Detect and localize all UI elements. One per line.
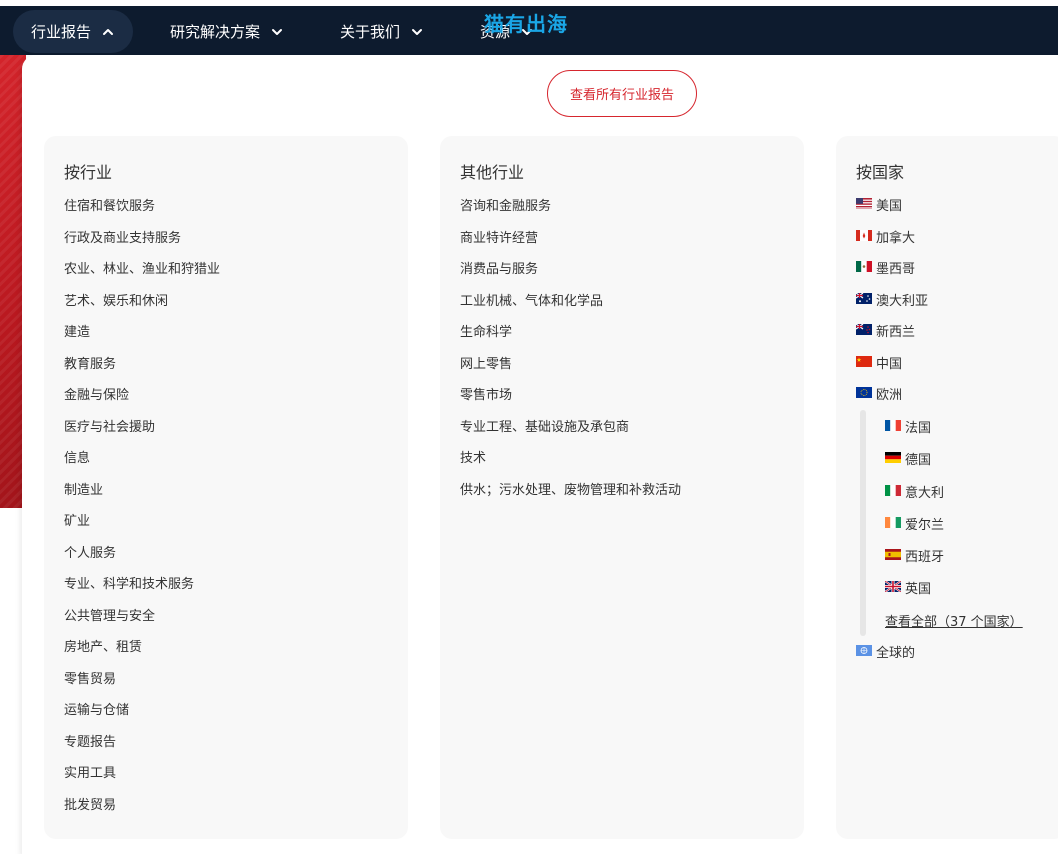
country-label: 西班牙: [905, 550, 945, 566]
industry-link[interactable]: 专业、科学和技术服务: [64, 573, 220, 605]
es-flag-icon: [885, 549, 901, 561]
cn-flag-icon: [856, 355, 872, 367]
other-industry-link[interactable]: 供水；污水处理、废物管理和补救活动: [460, 479, 681, 511]
country-label: 爱尔兰: [905, 517, 945, 533]
industry-link[interactable]: 行政及商业支持服务: [64, 227, 220, 259]
country-link-es[interactable]: 西班牙: [885, 546, 1023, 578]
industry-link[interactable]: 实用工具: [64, 762, 220, 794]
industry-link[interactable]: 公共管理与安全: [64, 605, 220, 637]
nz-flag-icon: [856, 324, 872, 335]
eu-flag-icon: [856, 387, 872, 398]
europe-submenu-rail: [860, 410, 866, 636]
other-industry-link[interactable]: 专业工程、基础设施及承包商: [460, 416, 681, 448]
industry-link[interactable]: 批发贸易: [64, 794, 220, 826]
industry-link[interactable]: 制造业: [64, 479, 220, 511]
globe-flag-icon: [856, 645, 872, 656]
country-link-ie[interactable]: 爱尔兰: [885, 514, 1023, 546]
view-all-reports-button[interactable]: 查看所有行业报告: [547, 70, 697, 117]
industry-link[interactable]: 信息: [64, 447, 220, 479]
column-title: 按国家: [856, 163, 905, 182]
country-label: 中国: [876, 356, 903, 372]
industry-link[interactable]: 艺术、娱乐和休闲: [64, 290, 220, 322]
country-label: 德国: [905, 453, 932, 469]
column-title: 按行业: [64, 163, 113, 182]
industry-link[interactable]: 运输与仓储: [64, 699, 220, 731]
other-industry-link[interactable]: 生命科学: [460, 321, 681, 353]
country-link-de[interactable]: 德国: [885, 449, 1023, 481]
nav-item-industry-reports[interactable]: 行业报告: [13, 10, 134, 53]
country-link-eu[interactable]: 欧洲: [856, 384, 928, 416]
other-industry-link[interactable]: 零售市场: [460, 384, 681, 416]
nav-item-label: 研究解决方案: [170, 23, 261, 41]
country-link-gb[interactable]: 英国: [885, 578, 1023, 610]
industry-link[interactable]: 专题报告: [64, 731, 220, 763]
country-link-it[interactable]: 意大利: [885, 482, 1023, 514]
nav-item-research-solutions[interactable]: 研究解决方案: [170, 10, 284, 53]
other-industry-link[interactable]: 咨询和金融服务: [460, 195, 681, 227]
nav-item-label: 关于我们: [340, 23, 401, 41]
chevron-down-icon: [410, 25, 424, 39]
country-label: 意大利: [905, 485, 945, 501]
country-label: 加拿大: [876, 230, 916, 246]
other-industries-list: 咨询和金融服务 商业特许经营 消费品与服务 工业机械、气体和化学品 生命科学 网…: [460, 195, 681, 510]
nav-item-about-us[interactable]: 关于我们: [340, 10, 424, 53]
de-flag-icon: [885, 452, 901, 464]
au-flag-icon: [856, 292, 872, 304]
country-label: 新西兰: [876, 325, 916, 340]
ca-flag-icon: [856, 229, 872, 241]
country-label: 欧洲: [876, 388, 903, 403]
other-industries-column: 其他行业 咨询和金融服务 商业特许经营 消费品与服务 工业机械、气体和化学品 生…: [440, 136, 804, 839]
gb-flag-icon: [885, 581, 901, 593]
other-industry-link[interactable]: 工业机械、气体和化学品: [460, 290, 681, 322]
industry-column: 按行业 住宿和餐饮服务 行政及商业支持服务 农业、林业、渔业和狩猎业 艺术、娱乐…: [44, 136, 408, 839]
other-industry-link[interactable]: 技术: [460, 447, 681, 479]
other-industry-link[interactable]: 商业特许经营: [460, 227, 681, 259]
country-label: 全球的: [876, 646, 916, 661]
industry-link[interactable]: 矿业: [64, 510, 220, 542]
country-column: 按国家 美国 加拿大 墨西哥 澳大利亚 新西兰 中国 欧洲 法国 德国 意大利 …: [836, 136, 1058, 839]
country-link-us[interactable]: 美国: [856, 195, 928, 227]
country-label: 墨西哥: [876, 262, 916, 277]
us-flag-icon: [856, 198, 872, 209]
industry-link[interactable]: 农业、林业、渔业和狩猎业: [64, 258, 220, 290]
country-link-cn[interactable]: 中国: [856, 353, 928, 385]
fr-flag-icon: [885, 420, 901, 431]
industry-link[interactable]: 医疗与社会援助: [64, 416, 220, 448]
country-list: 美国 加拿大 墨西哥 澳大利亚 新西兰 中国 欧洲: [856, 195, 928, 416]
mx-flag-icon: [856, 261, 872, 272]
country-label: 美国: [876, 199, 903, 214]
view-all-countries-link[interactable]: 查看全部（37 个国家）: [885, 611, 1023, 643]
view-all-label: 查看全部（37 个国家）: [885, 614, 1023, 630]
country-link-global[interactable]: 全球的: [856, 642, 915, 661]
industry-link[interactable]: 零售贸易: [64, 668, 220, 700]
other-industry-link[interactable]: 网上零售: [460, 353, 681, 385]
country-link-fr[interactable]: 法国: [885, 417, 1023, 449]
chevron-up-icon: [101, 25, 115, 39]
other-industry-link[interactable]: 消费品与服务: [460, 258, 681, 290]
country-label: 法国: [905, 421, 932, 436]
industry-link[interactable]: 教育服务: [64, 353, 220, 385]
industry-list: 住宿和餐饮服务 行政及商业支持服务 农业、林业、渔业和狩猎业 艺术、娱乐和休闲 …: [64, 195, 220, 825]
country-link-ca[interactable]: 加拿大: [856, 227, 928, 259]
country-label: 英国: [905, 582, 932, 598]
it-flag-icon: [885, 484, 901, 496]
watermark: 猫有出海: [484, 12, 568, 36]
country-link-nz[interactable]: 新西兰: [856, 321, 928, 353]
chevron-down-icon: [270, 25, 284, 39]
country-link-mx[interactable]: 墨西哥: [856, 258, 928, 290]
country-label: 澳大利亚: [876, 293, 929, 309]
nav-item-label: 行业报告: [31, 23, 92, 41]
industry-link[interactable]: 建造: [64, 321, 220, 353]
industry-link[interactable]: 个人服务: [64, 542, 220, 574]
ie-flag-icon: [885, 516, 901, 528]
industry-link[interactable]: 住宿和餐饮服务: [64, 195, 220, 227]
country-link-au[interactable]: 澳大利亚: [856, 290, 928, 322]
column-title: 其他行业: [460, 163, 525, 182]
industry-link[interactable]: 金融与保险: [64, 384, 220, 416]
europe-country-list: 法国 德国 意大利 爱尔兰 西班牙 英国 查看全部（37 个国家）: [885, 417, 1023, 643]
industry-link[interactable]: 房地产、租赁: [64, 636, 220, 668]
